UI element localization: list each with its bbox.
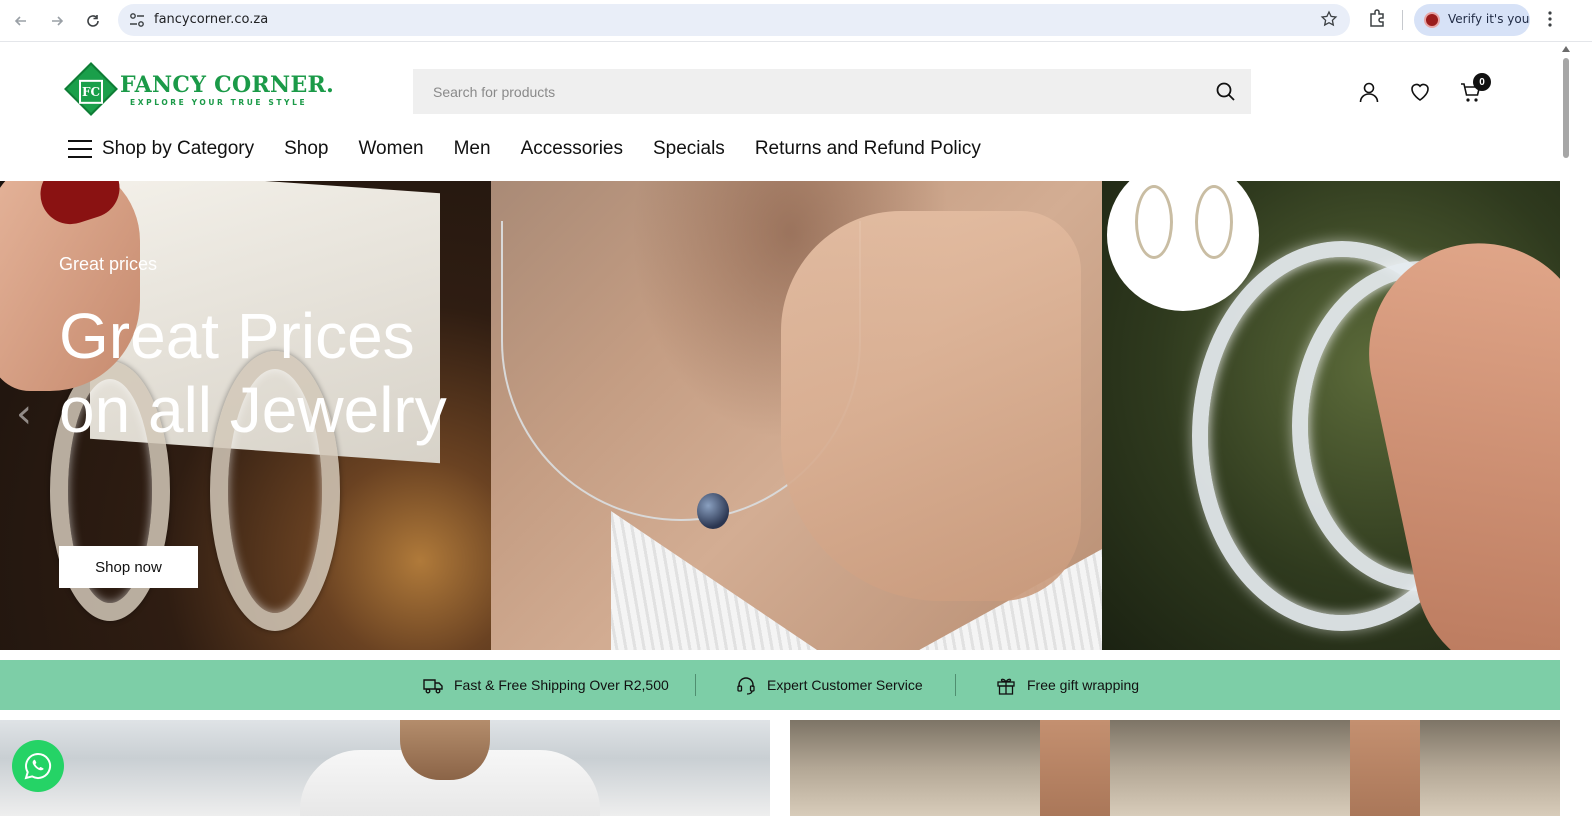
hero-image-hoop-earrings [1102,181,1560,650]
browser-toolbar: fancycorner.co.za Verify it's you [0,0,1592,42]
whatsapp-chat-button[interactable] [12,740,64,792]
whatsapp-icon [24,752,52,780]
hamburger-menu-icon[interactable] [68,140,92,158]
feature-divider [955,674,956,696]
site-logo[interactable]: FC FANCY CORNER. EXPLORE YOUR TRUE STYLE [64,62,334,116]
forward-arrow-icon[interactable] [44,8,70,34]
feature-label: Fast & Free Shipping Over R2,500 [454,677,669,693]
address-bar[interactable]: fancycorner.co.za [118,4,1350,36]
nav-specials[interactable]: Specials [653,138,725,160]
inset-product-circle [1107,181,1259,311]
extensions-icon[interactable] [1366,8,1388,34]
search-input[interactable] [413,69,1193,114]
reload-icon[interactable] [80,8,106,34]
hero-caption: ‹ Great prices Great Prices on all Jewel… [0,181,491,650]
gift-icon [997,678,1015,695]
delivery-truck-icon [423,679,443,694]
toolbar-divider [1402,10,1403,30]
hero-kicker: Great prices [59,254,158,274]
scrollbar-thumb[interactable] [1563,58,1569,158]
pendant-pearl [697,493,729,529]
feature-label: Free gift wrapping [1027,677,1140,693]
features-bar: Fast & Free Shipping Over R2,500 Expert … [0,660,1560,710]
logo-tagline: EXPLORE YOUR TRUE STYLE [130,98,308,107]
alert-avatar-icon [1424,12,1440,28]
nav-accessories[interactable]: Accessories [521,138,623,160]
slider-prev-arrow-icon[interactable]: ‹ [16,391,32,437]
url-text[interactable]: fancycorner.co.za [154,12,268,27]
nav-men[interactable]: Men [454,138,491,160]
feature-customer-service: Expert Customer Service [735,660,923,710]
nav-shop-by-category[interactable]: Shop by Category [102,138,254,160]
logo-monogram: FC [79,79,103,104]
hero-banner: ‹ Great prices Great Prices on all Jewel… [0,181,1560,650]
verify-label: Verify it's you [1448,12,1530,26]
feature-gift-wrapping: Free gift wrapping [995,660,1139,710]
nav-returns-policy[interactable]: Returns and Refund Policy [755,138,981,160]
menu-kebab-icon[interactable] [1546,8,1554,34]
site-info-icon[interactable] [128,11,146,33]
feature-divider [695,674,696,696]
back-arrow-icon[interactable] [8,8,34,34]
logo-title: FANCY CORNER. [120,72,335,98]
feature-label: Expert Customer Service [767,677,923,693]
headset-icon [737,677,755,695]
bookmark-star-icon[interactable] [1320,10,1338,32]
nav-shop[interactable]: Shop [284,138,328,160]
product-search [413,69,1251,114]
scroll-up-arrow-icon[interactable] [1562,46,1570,52]
page-scrollbar[interactable] [1560,43,1592,816]
hero-title: Great Prices on all Jewelry [59,300,447,446]
search-icon[interactable] [1215,81,1237,103]
promo-tile-women[interactable] [790,720,1560,816]
profile-verify-button[interactable]: Verify it's you [1414,4,1530,36]
feature-shipping: Fast & Free Shipping Over R2,500 [422,660,669,710]
main-navigation: Shop by Category Shop Women Men Accessor… [68,134,1011,164]
shop-now-button[interactable]: Shop now [59,546,198,588]
account-user-icon[interactable] [1357,80,1381,104]
promo-tile-men[interactable] [0,720,770,816]
cart-count-badge: 0 [1473,73,1491,91]
nav-women[interactable]: Women [358,138,423,160]
wishlist-heart-icon[interactable] [1408,80,1432,104]
logo-diamond-icon: FC [64,62,118,116]
hero-image-pendant-necklace [491,181,1171,650]
